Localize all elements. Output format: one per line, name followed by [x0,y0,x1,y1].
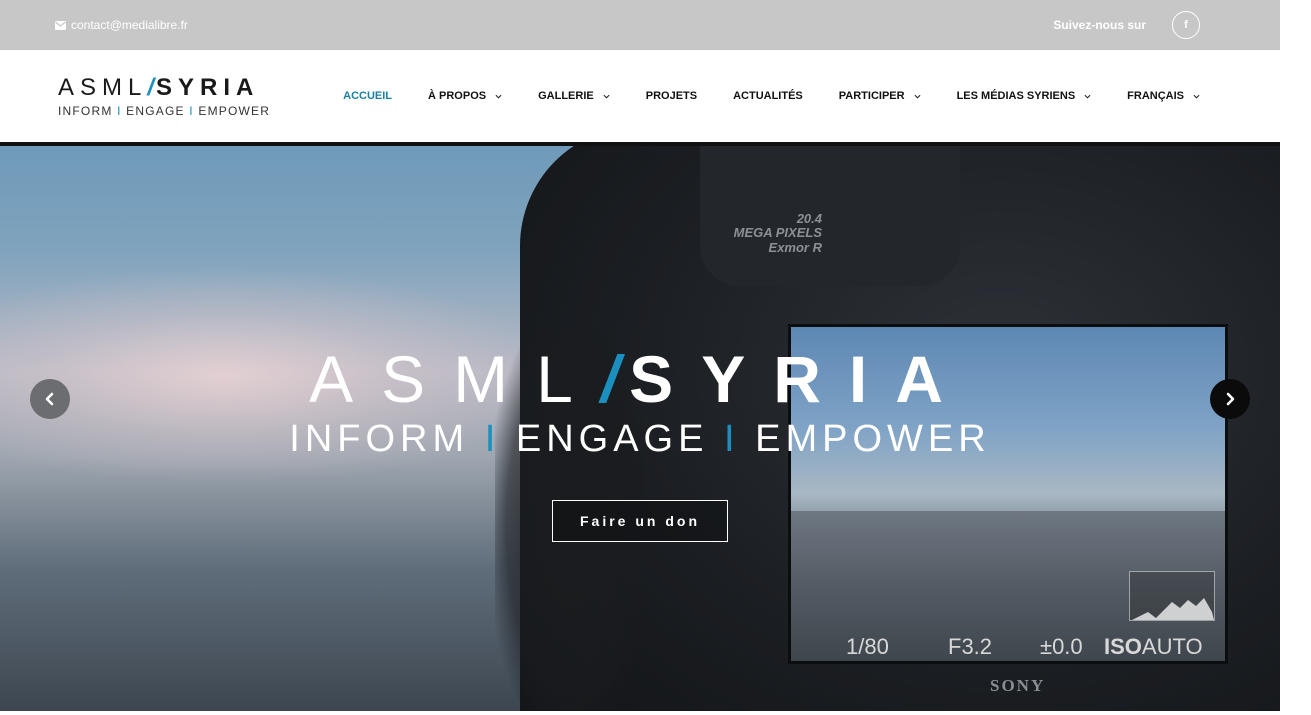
logo-wordmark: ASML/SYRIA [58,73,270,101]
main-nav: ACCUEIL À PROPOS GALLERIE PROJETS ACTUAL… [343,90,1200,102]
hero-sub-word: INFORM [289,418,470,460]
chevron-right-icon [1226,392,1235,406]
contact-link[interactable]: contact@medialibre.fr [55,18,188,32]
logo-part1: ASML [58,73,148,101]
chevron-down-icon [1084,94,1091,99]
chevron-down-icon [603,94,610,99]
nav-label: LES MÉDIAS SYRIENS [956,90,1076,102]
nav-item-actualites[interactable]: ACTUALITÉS [733,90,803,102]
follow-label: Suivez-nous sur [1053,18,1146,32]
facebook-icon[interactable]: f [1172,11,1200,39]
hero-sub-word: EMPOWER [755,418,991,460]
nav-item-a-propos[interactable]: À PROPOS [428,90,502,102]
nav-item-language[interactable]: FRANÇAIS [1127,90,1200,102]
camera-exposure: ±0.0 [1040,634,1083,659]
hero-sub-word: ENGAGE [515,418,709,460]
logo-part2: SYRIA [156,73,260,101]
chevron-down-icon [1193,94,1200,99]
nav-label: PARTICIPER [838,90,905,102]
nav-item-participer[interactable]: PARTICIPER [839,90,921,102]
chevron-down-icon [914,94,921,99]
camera-sensor: Exmor R [768,239,822,255]
hero-title-part2: SYRIA [629,342,971,416]
slider-next-button[interactable] [1210,379,1250,419]
camera-aperture: F3.2 [948,634,993,659]
camera-iso-value: AUTO [1141,634,1203,659]
camera-histogram [1129,571,1215,621]
camera-megapixels: 20.4 [796,211,822,226]
hero-subtitle: INFORM I ENGAGE I EMPOWER [0,418,1280,461]
chevron-down-icon [495,94,502,99]
nav-label: ACTUALITÉS [733,90,803,102]
camera-megapixels-text: MEGA PIXELS [733,225,822,241]
nav-label: FRANÇAIS [1127,90,1184,102]
hero-title-slash: / [600,342,630,416]
hero-sub-separator: I [484,418,501,460]
nav-item-projets[interactable]: PROJETS [646,90,697,102]
camera-shutter: 1/80 [846,634,889,659]
tagline-word: ENGAGE [126,103,185,118]
histogram-graph [1132,598,1214,620]
camera-brand: SONY [990,676,1046,695]
hero-title-part1: ASML [309,342,601,416]
nav-label: ACCUEIL [343,90,393,102]
logo-slash: / [147,73,157,101]
camera-megapixels-label: 20.4 MEGA PIXELS Exmor R [712,211,822,255]
nav-label: PROJETS [645,90,698,102]
top-bar: contact@medialibre.fr Suivez-nous sur f [0,0,1280,50]
hero-title: ASML/SYRIA [0,341,1280,417]
envelope-icon [55,20,66,30]
tagline-separator: I [117,103,122,118]
nav-item-accueil[interactable]: ACCUEIL [343,90,392,102]
camera-iso-label: ISO [1104,634,1142,659]
tagline-separator: I [189,103,194,118]
hero-slider: 20.4 MEGA PIXELS Exmor R 1/80 F3.2 ±0.0 … [0,146,1280,711]
nav-label: À PROPOS [428,90,487,102]
logo-tagline: INFORM I ENGAGE I EMPOWER [58,105,270,117]
site-logo[interactable]: ASML/SYRIA INFORM I ENGAGE I EMPOWER [58,73,270,117]
facebook-glyph: f [1184,19,1188,31]
nav-label: GALLERIE [538,90,594,102]
donate-button[interactable]: Faire un don [552,500,728,542]
site-header: ASML/SYRIA INFORM I ENGAGE I EMPOWER ACC… [0,50,1280,146]
nav-item-medias-syriens[interactable]: LES MÉDIAS SYRIENS [957,90,1092,102]
contact-email: contact@medialibre.fr [71,18,188,32]
chevron-left-icon [45,392,54,406]
tagline-word: INFORM [58,103,113,118]
nav-item-gallerie[interactable]: GALLERIE [538,90,610,102]
tagline-word: EMPOWER [198,103,271,118]
hero-sub-separator: I [724,418,740,460]
page: contact@medialibre.fr Suivez-nous sur f … [0,0,1280,715]
camera-iso: ISOAUTO [1104,634,1203,660]
slider-prev-button[interactable] [30,379,70,419]
social-links: Suivez-nous sur f [1053,11,1200,39]
